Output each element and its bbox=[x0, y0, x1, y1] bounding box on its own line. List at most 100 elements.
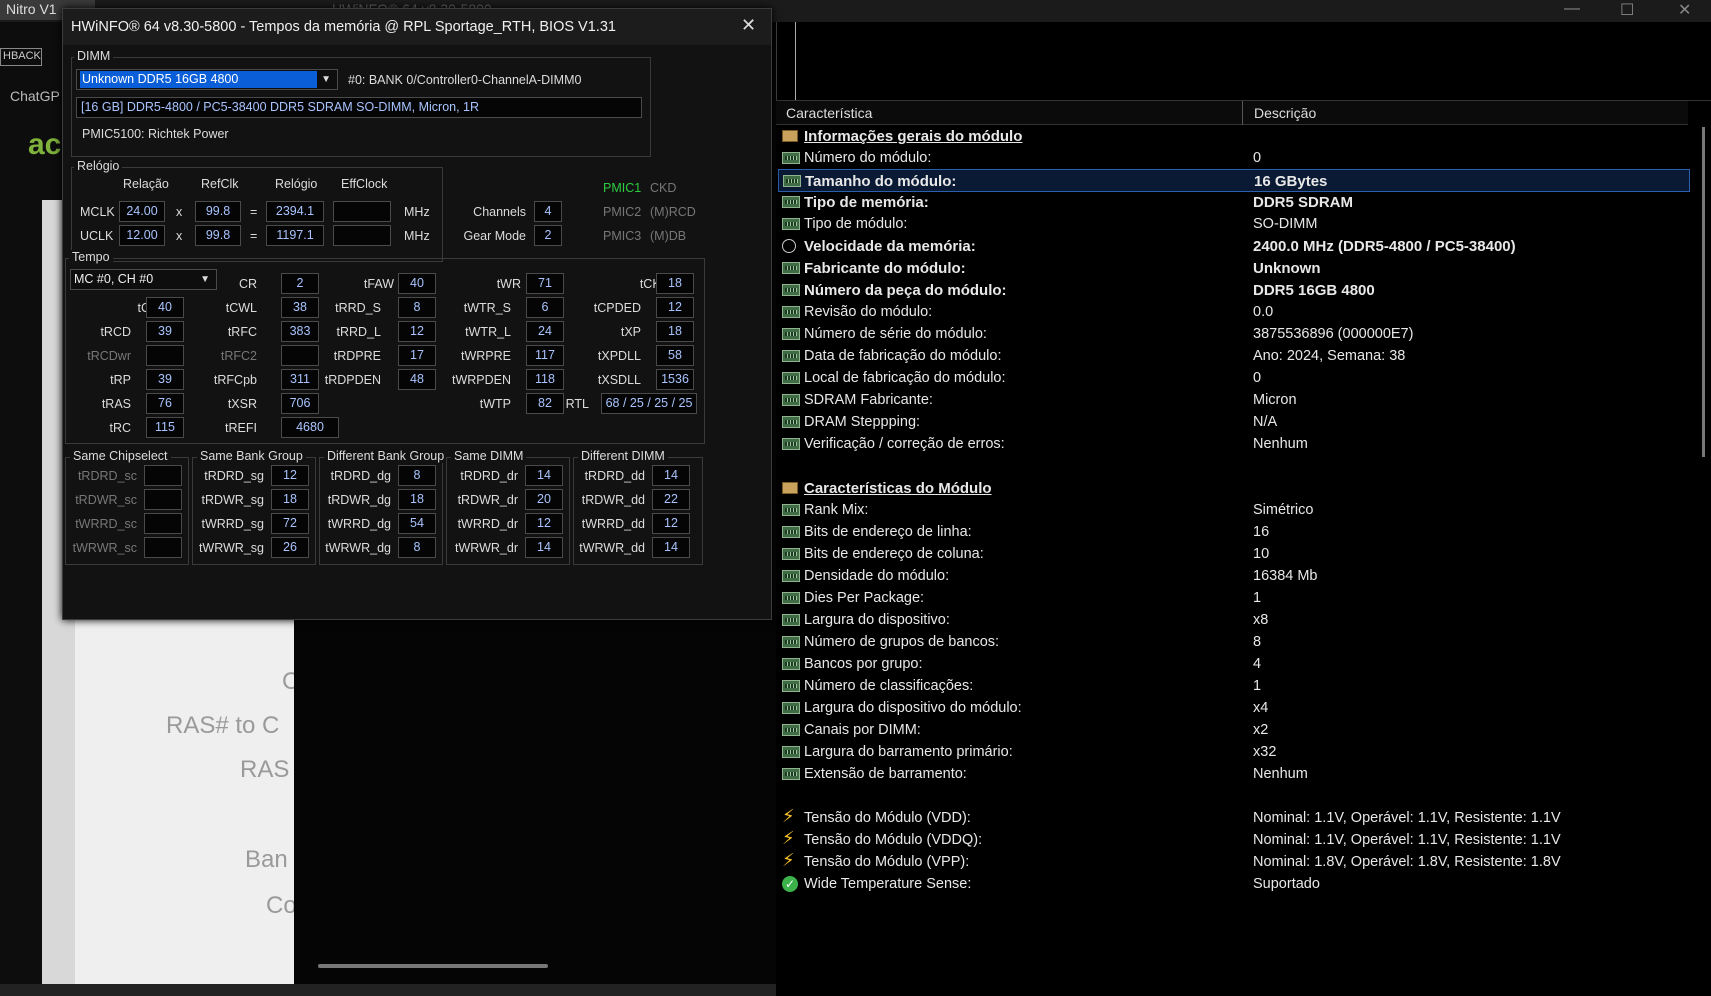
info-row[interactable]: Extensão de barramento: Nenhum bbox=[778, 763, 1690, 786]
turnaround-group-label: Same Chipselect bbox=[70, 449, 171, 463]
info-value: Suportado bbox=[1253, 876, 1320, 892]
timing-value: 706 bbox=[281, 393, 319, 414]
info-section-header[interactable]: Informações gerais do módulo bbox=[778, 125, 1690, 148]
info-row[interactable]: SDRAM Fabricante: Micron bbox=[778, 389, 1690, 412]
info-row[interactable]: Bancos por grupo: 4 bbox=[778, 653, 1690, 676]
turnaround-label: tRDRD_dr bbox=[460, 469, 518, 483]
timing-value: 2 bbox=[281, 273, 319, 294]
turnaround-label: tWRWR_dg bbox=[325, 541, 391, 555]
info-row[interactable]: Canais por DIMM: x2 bbox=[778, 719, 1690, 742]
multiply-sign: x bbox=[176, 205, 183, 219]
horizontal-scrollbar[interactable] bbox=[318, 964, 548, 968]
info-row[interactable]: Tipo de memória: DDR5 SDRAM bbox=[778, 191, 1690, 214]
timing-label: tXSDLL bbox=[597, 373, 641, 387]
info-row[interactable]: ✓ Wide Temperature Sense: Suportado bbox=[778, 873, 1690, 896]
turnaround-value bbox=[144, 537, 182, 558]
timing-value: 39 bbox=[146, 369, 184, 390]
vertical-scrollbar[interactable] bbox=[1702, 127, 1705, 457]
dimm-select[interactable]: Unknown DDR5 16GB 4800 ▼ bbox=[76, 69, 338, 90]
pmic1-label: PMIC1 bbox=[603, 181, 642, 195]
maximize-icon[interactable]: ☐ bbox=[1620, 0, 1634, 20]
pane-divider bbox=[795, 22, 796, 100]
close-window-icon[interactable]: ✕ bbox=[1678, 0, 1691, 20]
turnaround-label: tWRWR_sc bbox=[72, 541, 137, 555]
timing-label: tRCD bbox=[100, 325, 131, 339]
info-row[interactable]: ⚡ Tensão do Módulo (VDDQ): Nominal: 1.1V, … bbox=[778, 828, 1690, 852]
turnaround-group-label: Same DIMM bbox=[451, 449, 527, 463]
column-header-feature[interactable]: Característica bbox=[786, 105, 872, 121]
timing-value: 76 bbox=[146, 393, 184, 414]
info-value: x32 bbox=[1253, 744, 1277, 760]
gear-mode-label: Gear Mode bbox=[463, 229, 526, 243]
info-row[interactable] bbox=[778, 455, 1690, 478]
timing-value: 115 bbox=[146, 417, 184, 438]
info-row[interactable]: Local de fabricação do módulo: 0 bbox=[778, 367, 1690, 390]
timing-label: RTL bbox=[565, 397, 589, 411]
turnaround-value: 14 bbox=[652, 537, 690, 558]
turnaround-value bbox=[144, 513, 182, 534]
info-key: Rank Mix: bbox=[804, 502, 869, 518]
info-row[interactable]: Largura do barramento primário: x32 bbox=[778, 741, 1690, 764]
close-icon[interactable]: ✕ bbox=[741, 15, 756, 36]
info-row[interactable]: Velocidade da memória: 2400.0 MHz (DDR5-4… bbox=[778, 235, 1690, 258]
info-row[interactable]: Densidade do módulo: 16384 Mb bbox=[778, 565, 1690, 588]
info-row[interactable]: Número de classificações: 1 bbox=[778, 675, 1690, 698]
info-key: Wide Temperature Sense: bbox=[804, 876, 972, 892]
info-row[interactable]: ⚡ Tensão do Módulo (VPP): Nominal: 1.8V, O… bbox=[778, 850, 1690, 874]
info-key: Extensão de barramento: bbox=[804, 766, 967, 782]
turnaround-value: 14 bbox=[525, 465, 563, 486]
channels-label: Channels bbox=[473, 205, 526, 219]
chatgpt-tab[interactable]: ChatGP bbox=[10, 88, 60, 104]
info-section-header[interactable]: Características do Módulo bbox=[778, 477, 1690, 500]
info-row[interactable]: Número da peça do módulo: DDR5 16GB 4800 bbox=[778, 279, 1690, 302]
info-row[interactable]: ⚡ Tensão do Módulo (VDD): Nominal: 1.1V, O… bbox=[778, 806, 1690, 830]
timing-label: tWTR_L bbox=[465, 325, 511, 339]
info-row[interactable]: Tamanho do módulo: 16 GBytes bbox=[778, 169, 1690, 192]
info-key: Bits de endereço de linha: bbox=[804, 524, 972, 540]
timing-label: tRFCpb bbox=[213, 373, 257, 387]
info-row[interactable] bbox=[778, 785, 1690, 808]
info-value: DDR5 SDRAM bbox=[1253, 194, 1354, 211]
timing-label: tRRD_L bbox=[336, 325, 381, 339]
dialog-titlebar[interactable]: HWiNFO® 64 v8.30-5800 - Tempos da memóri… bbox=[63, 9, 771, 45]
info-value: 8 bbox=[1253, 634, 1262, 650]
info-key: Número de grupos de bancos: bbox=[804, 634, 1000, 650]
info-row[interactable]: Dies Per Package: 1 bbox=[778, 587, 1690, 610]
pmic2-label: PMIC2 bbox=[603, 205, 642, 219]
info-row[interactable]: Rank Mix: Simétrico bbox=[778, 499, 1690, 522]
mclk-clock: 2394.1 bbox=[266, 201, 324, 222]
timing-value: 40 bbox=[146, 297, 184, 318]
info-row[interactable]: Número de série do módulo: 3875536896 (00… bbox=[778, 323, 1690, 346]
info-row[interactable]: Número do módulo: 0 bbox=[778, 147, 1690, 170]
column-header-description[interactable]: Descrição bbox=[1254, 105, 1316, 121]
info-row[interactable]: Revisão do módulo: 0.0 bbox=[778, 301, 1690, 324]
info-row[interactable]: Fabricante do módulo: Unknown bbox=[778, 257, 1690, 280]
info-key: Bits de endereço de coluna: bbox=[804, 546, 984, 562]
feedback-button[interactable]: HBACK bbox=[0, 48, 42, 66]
info-row[interactable]: Bits de endereço de coluna: 10 bbox=[778, 543, 1690, 566]
info-row[interactable]: Largura do dispositivo do módulo: x4 bbox=[778, 697, 1690, 720]
info-key: Características do Módulo bbox=[804, 480, 992, 497]
col-refclk: RefClk bbox=[201, 177, 239, 191]
info-key: Tamanho do módulo: bbox=[805, 173, 957, 190]
minimize-icon[interactable]: — bbox=[1564, 0, 1580, 18]
info-key: Largura do dispositivo: bbox=[804, 612, 950, 628]
turnaround-value bbox=[144, 465, 182, 486]
column-separator[interactable] bbox=[1242, 101, 1243, 125]
info-row[interactable]: Bits de endereço de linha: 16 bbox=[778, 521, 1690, 544]
timing-label: tRRD_S bbox=[335, 301, 381, 315]
info-row[interactable]: Número de grupos de bancos: 8 bbox=[778, 631, 1690, 654]
timing-value: 12 bbox=[398, 321, 436, 342]
info-row[interactable]: DRAM Steppping: N/A bbox=[778, 411, 1690, 434]
mclk-refclk: 99.8 bbox=[195, 201, 241, 222]
info-row[interactable]: Data de fabricação do módulo: Ano: 2024, … bbox=[778, 345, 1690, 368]
info-row[interactable]: Tipo de módulo: SO-DIMM bbox=[778, 213, 1690, 236]
info-value: 2400.0 MHz (DDR5-4800 / PC5-38400) bbox=[1253, 238, 1516, 255]
timing-value: 18 bbox=[656, 273, 694, 294]
info-value: 10 bbox=[1253, 546, 1270, 562]
turnaround-value: 14 bbox=[652, 465, 690, 486]
rcd-label: (M)RCD bbox=[650, 205, 696, 219]
info-row[interactable]: Largura do dispositivo: x8 bbox=[778, 609, 1690, 632]
info-row[interactable]: Verificação / correção de erros: Nenhum bbox=[778, 433, 1690, 456]
memory-chip-icon bbox=[782, 680, 800, 692]
